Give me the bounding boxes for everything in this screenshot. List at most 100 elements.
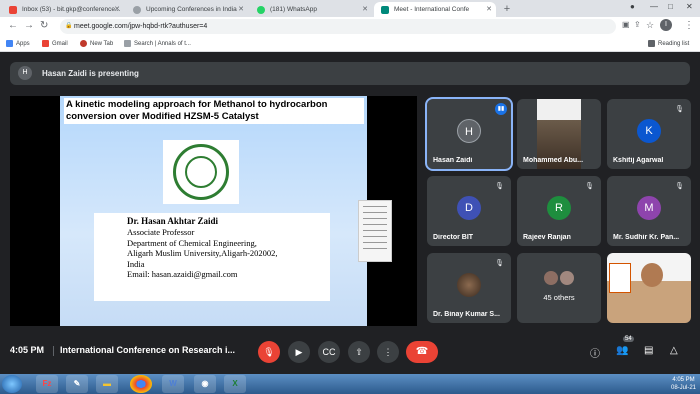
people-icon[interactable]: 👥: [616, 345, 628, 356]
participant-name: Dr. Binay Kumar S...: [433, 311, 500, 318]
context-menu[interactable]: [358, 200, 392, 262]
participant-tile[interactable]: ▮▮ H Hasan Zaidi: [425, 97, 513, 171]
bookmark-search[interactable]: Search | Annals of t...: [124, 38, 191, 50]
bookmark-label: New Tab: [90, 41, 114, 47]
tab-conferences[interactable]: Upcoming Conferences in India ✕: [126, 2, 248, 17]
clock-time: 4:05 PM: [672, 377, 695, 383]
avatar: D: [457, 196, 481, 220]
participant-name: Kshitij Agarwal: [613, 157, 664, 164]
avatar-photo: [544, 271, 558, 285]
close-icon[interactable]: ✕: [114, 2, 120, 17]
camera-icon[interactable]: ▣: [622, 20, 630, 29]
media-player-icon[interactable]: ◉: [194, 375, 216, 393]
bookmark-new-tab[interactable]: New Tab: [80, 38, 113, 50]
bookmarks-bar: Apps Gmail New Tab Search | Annals of t.…: [0, 36, 700, 52]
reload-icon[interactable]: ↻: [40, 20, 48, 31]
word-icon[interactable]: W: [162, 375, 184, 393]
excel-icon[interactable]: X: [224, 375, 246, 393]
pinned-app-icon[interactable]: ✎: [66, 375, 88, 393]
file-explorer-icon[interactable]: ▬: [96, 375, 118, 393]
apps-grid-icon: [6, 40, 13, 47]
tab-meet[interactable]: Meet - International Confe ✕: [374, 2, 496, 17]
leave-call-button[interactable]: ☎: [406, 341, 438, 363]
author-line: Department of Chemical Engineering,: [127, 237, 257, 248]
chrome-icon[interactable]: [130, 375, 152, 393]
menu-icon[interactable]: ⋮: [684, 20, 694, 31]
participant-tile-others[interactable]: 45 others: [517, 253, 601, 323]
author-line: India: [127, 258, 145, 269]
participant-tile[interactable]: 🎙 D Director BIT: [427, 176, 511, 246]
bookmark-label: Gmail: [52, 41, 68, 47]
tab-title: Upcoming Conferences in India: [146, 6, 237, 13]
start-button[interactable]: [2, 375, 22, 393]
university-logo: [163, 140, 239, 204]
bookmark-apps[interactable]: Apps: [6, 38, 30, 50]
maximize-button[interactable]: □: [668, 2, 673, 11]
chat-icon[interactable]: ▤: [644, 345, 653, 356]
participant-tile[interactable]: 🎙 Dr. Binay Kumar S...: [427, 253, 511, 323]
video-feed: [609, 263, 631, 293]
os-taskbar: Fz ✎ ▬ W ◉ X 4:05 PM 08-Jul-21: [0, 374, 700, 394]
participant-tile[interactable]: 🎙 R Rajeev Ranjan: [517, 176, 601, 246]
avatar: K: [637, 119, 661, 143]
close-icon[interactable]: ✕: [238, 2, 244, 17]
reading-list[interactable]: Reading list: [648, 38, 689, 50]
camera-toggle-button[interactable]: ▶: [288, 341, 310, 363]
presentation-slide: A kinetic modeling approach for Methanol…: [60, 96, 367, 326]
system-clock[interactable]: 4:05 PM 08-Jul-21: [671, 376, 696, 392]
meeting-time: 4:05 PM: [10, 345, 45, 355]
window-close-button[interactable]: ✕: [686, 2, 693, 11]
tab-whatsapp[interactable]: (181) WhatsApp ✕: [250, 2, 372, 17]
video-feed: [641, 263, 663, 287]
mic-toggle-button[interactable]: 🎙: [258, 341, 280, 363]
participant-name: Mohammed Abu...: [523, 157, 584, 164]
participant-count-badge: 54: [623, 336, 634, 342]
author-line: Aligarh Muslim University,Aligarh-202002…: [127, 248, 278, 258]
profile-avatar[interactable]: I: [660, 19, 672, 31]
bookmark-label: Search | Annals of t...: [134, 41, 191, 47]
presenting-text: Hasan Zaidi is presenting: [42, 69, 139, 78]
bookmark-gmail[interactable]: Gmail: [42, 38, 68, 50]
reading-list-icon: [648, 40, 655, 47]
present-button[interactable]: ⇧: [348, 341, 370, 363]
clock-date: 08-Jul-21: [670, 385, 696, 391]
participant-name: Mr. Sudhir Kr. Pan...: [613, 234, 680, 241]
url-text: meet.google.com/jpw-hqbd-rtk?authuser=4: [74, 23, 208, 30]
bookmark-label: Apps: [16, 41, 30, 47]
participant-tile[interactable]: 🎙 M Mr. Sudhir Kr. Pan...: [607, 176, 691, 246]
new-tab-icon: [80, 40, 87, 47]
close-icon[interactable]: ✕: [486, 2, 492, 17]
minimize-button[interactable]: —: [650, 2, 658, 11]
tab-gmail[interactable]: Inbox (53) - bit.gkp@conference... ✕: [2, 2, 124, 17]
captions-button[interactable]: CC: [318, 341, 340, 363]
participant-tile[interactable]: 🎙 K Kshitij Agarwal: [607, 99, 691, 169]
new-tab-button[interactable]: +: [500, 2, 514, 16]
participant-tile[interactable]: Mohammed Abu...: [517, 99, 601, 169]
back-icon[interactable]: ←: [8, 20, 18, 31]
close-icon[interactable]: ✕: [362, 2, 368, 17]
meeting-controls: 4:05 PM International Conference on Rese…: [0, 333, 700, 371]
address-bar-row: ← → ↻ 🔒 meet.google.com/jpw-hqbd-rtk?aut…: [0, 17, 700, 36]
forward-icon[interactable]: →: [24, 20, 34, 31]
whatsapp-icon: [257, 6, 265, 14]
activities-icon[interactable]: △: [670, 345, 678, 356]
filezilla-icon[interactable]: Fz: [36, 375, 58, 393]
info-icon[interactable]: ⓘ: [590, 345, 600, 360]
url-input[interactable]: 🔒 meet.google.com/jpw-hqbd-rtk?authuser=…: [60, 19, 616, 34]
tab-search-icon[interactable]: ●: [630, 2, 635, 11]
avatar-photo: [457, 273, 481, 297]
share-icon[interactable]: ⇪: [634, 20, 641, 29]
participant-tile-self[interactable]: [607, 253, 691, 323]
divider: [53, 346, 54, 356]
lock-icon: 🔒: [65, 23, 73, 29]
seal-icon: [173, 144, 229, 200]
mic-off-icon: 🎙: [585, 183, 594, 190]
bookmark-star-icon[interactable]: ☆: [646, 20, 654, 31]
avatar: R: [547, 196, 571, 220]
page-icon: [124, 40, 131, 47]
meeting-title: International Conference on Research i..…: [60, 345, 236, 355]
meet-icon: [381, 6, 389, 14]
tab-title: Meet - International Confe: [394, 6, 470, 13]
tab-title: Inbox (53) - bit.gkp@conference...: [22, 6, 121, 13]
more-options-button[interactable]: ⋮: [377, 341, 399, 363]
